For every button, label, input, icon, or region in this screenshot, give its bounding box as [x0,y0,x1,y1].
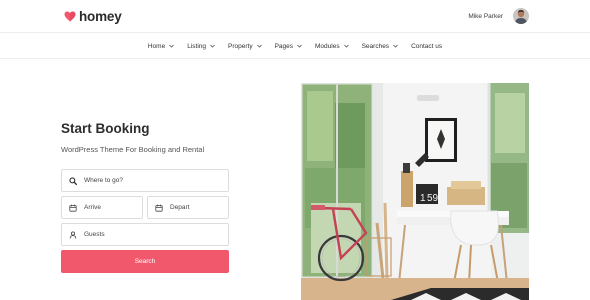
main-nav: Home Listing Property Pages Modules Searches C… [0,33,590,59]
arrive-date-input[interactable]: Arrive [61,196,143,219]
nav-item-listing[interactable]: Listing [181,33,222,59]
nav-item-home[interactable]: Home [141,33,180,59]
search-icon [69,176,77,185]
top-header: homey Mike Parker [0,0,590,33]
page-title: Start Booking [61,121,150,136]
nav-item-property[interactable]: Property [222,33,269,59]
guests-input[interactable]: Guests [61,223,229,246]
chevron-down-icon [256,44,262,48]
where-to-go-input[interactable]: Where to go? [61,169,229,192]
chevron-down-icon [343,44,349,48]
nav-item-label: Listing [187,42,206,50]
chevron-down-icon [297,44,302,48]
nav-item-contact-us[interactable]: Contact us [405,33,449,59]
chevron-down-icon [393,44,398,48]
clock-hour: 1 [420,193,426,204]
depart-placeholder: Depart [170,204,190,211]
arrive-placeholder: Arrive [84,204,101,211]
user-icon [69,231,77,238]
logo-text: homey [79,9,122,24]
chevron-down-icon [169,44,174,48]
depart-date-input[interactable]: Depart [147,196,229,219]
where-to-go-placeholder: Where to go? [84,177,124,184]
calendar-icon [69,204,77,212]
nav-item-pages[interactable]: Pages [268,33,308,59]
page-subtitle: WordPress Theme For Booking and Rental [61,145,205,154]
nav-item-label: Modules [315,42,340,50]
nav-item-label: Searches [361,42,390,50]
nav-item-label: Home [147,42,166,50]
search-button-label: Search [134,258,156,265]
nav-item-label: Property [228,42,253,50]
clock-minute: 59 [427,193,439,204]
nav-list: Home Listing Property Pages Modules Searches C… [0,33,590,59]
guests-placeholder: Guests [84,231,105,238]
user-name[interactable]: Mike Parker [468,13,503,20]
user-menu[interactable]: Mike Parker [468,8,529,24]
heart-logo-icon [64,11,76,22]
search-button[interactable]: Search [61,250,229,273]
avatar[interactable] [513,8,529,24]
interior-photo: 1 59 [301,83,529,300]
nav-item-label: Pages [274,42,294,50]
nav-item-label: Contact us [411,42,443,50]
nav-item-searches[interactable]: Searches [355,33,404,59]
calendar-icon [155,204,163,212]
nav-item-modules[interactable]: Modules [309,33,356,59]
chevron-down-icon [210,44,215,48]
logo[interactable]: homey [64,9,122,24]
